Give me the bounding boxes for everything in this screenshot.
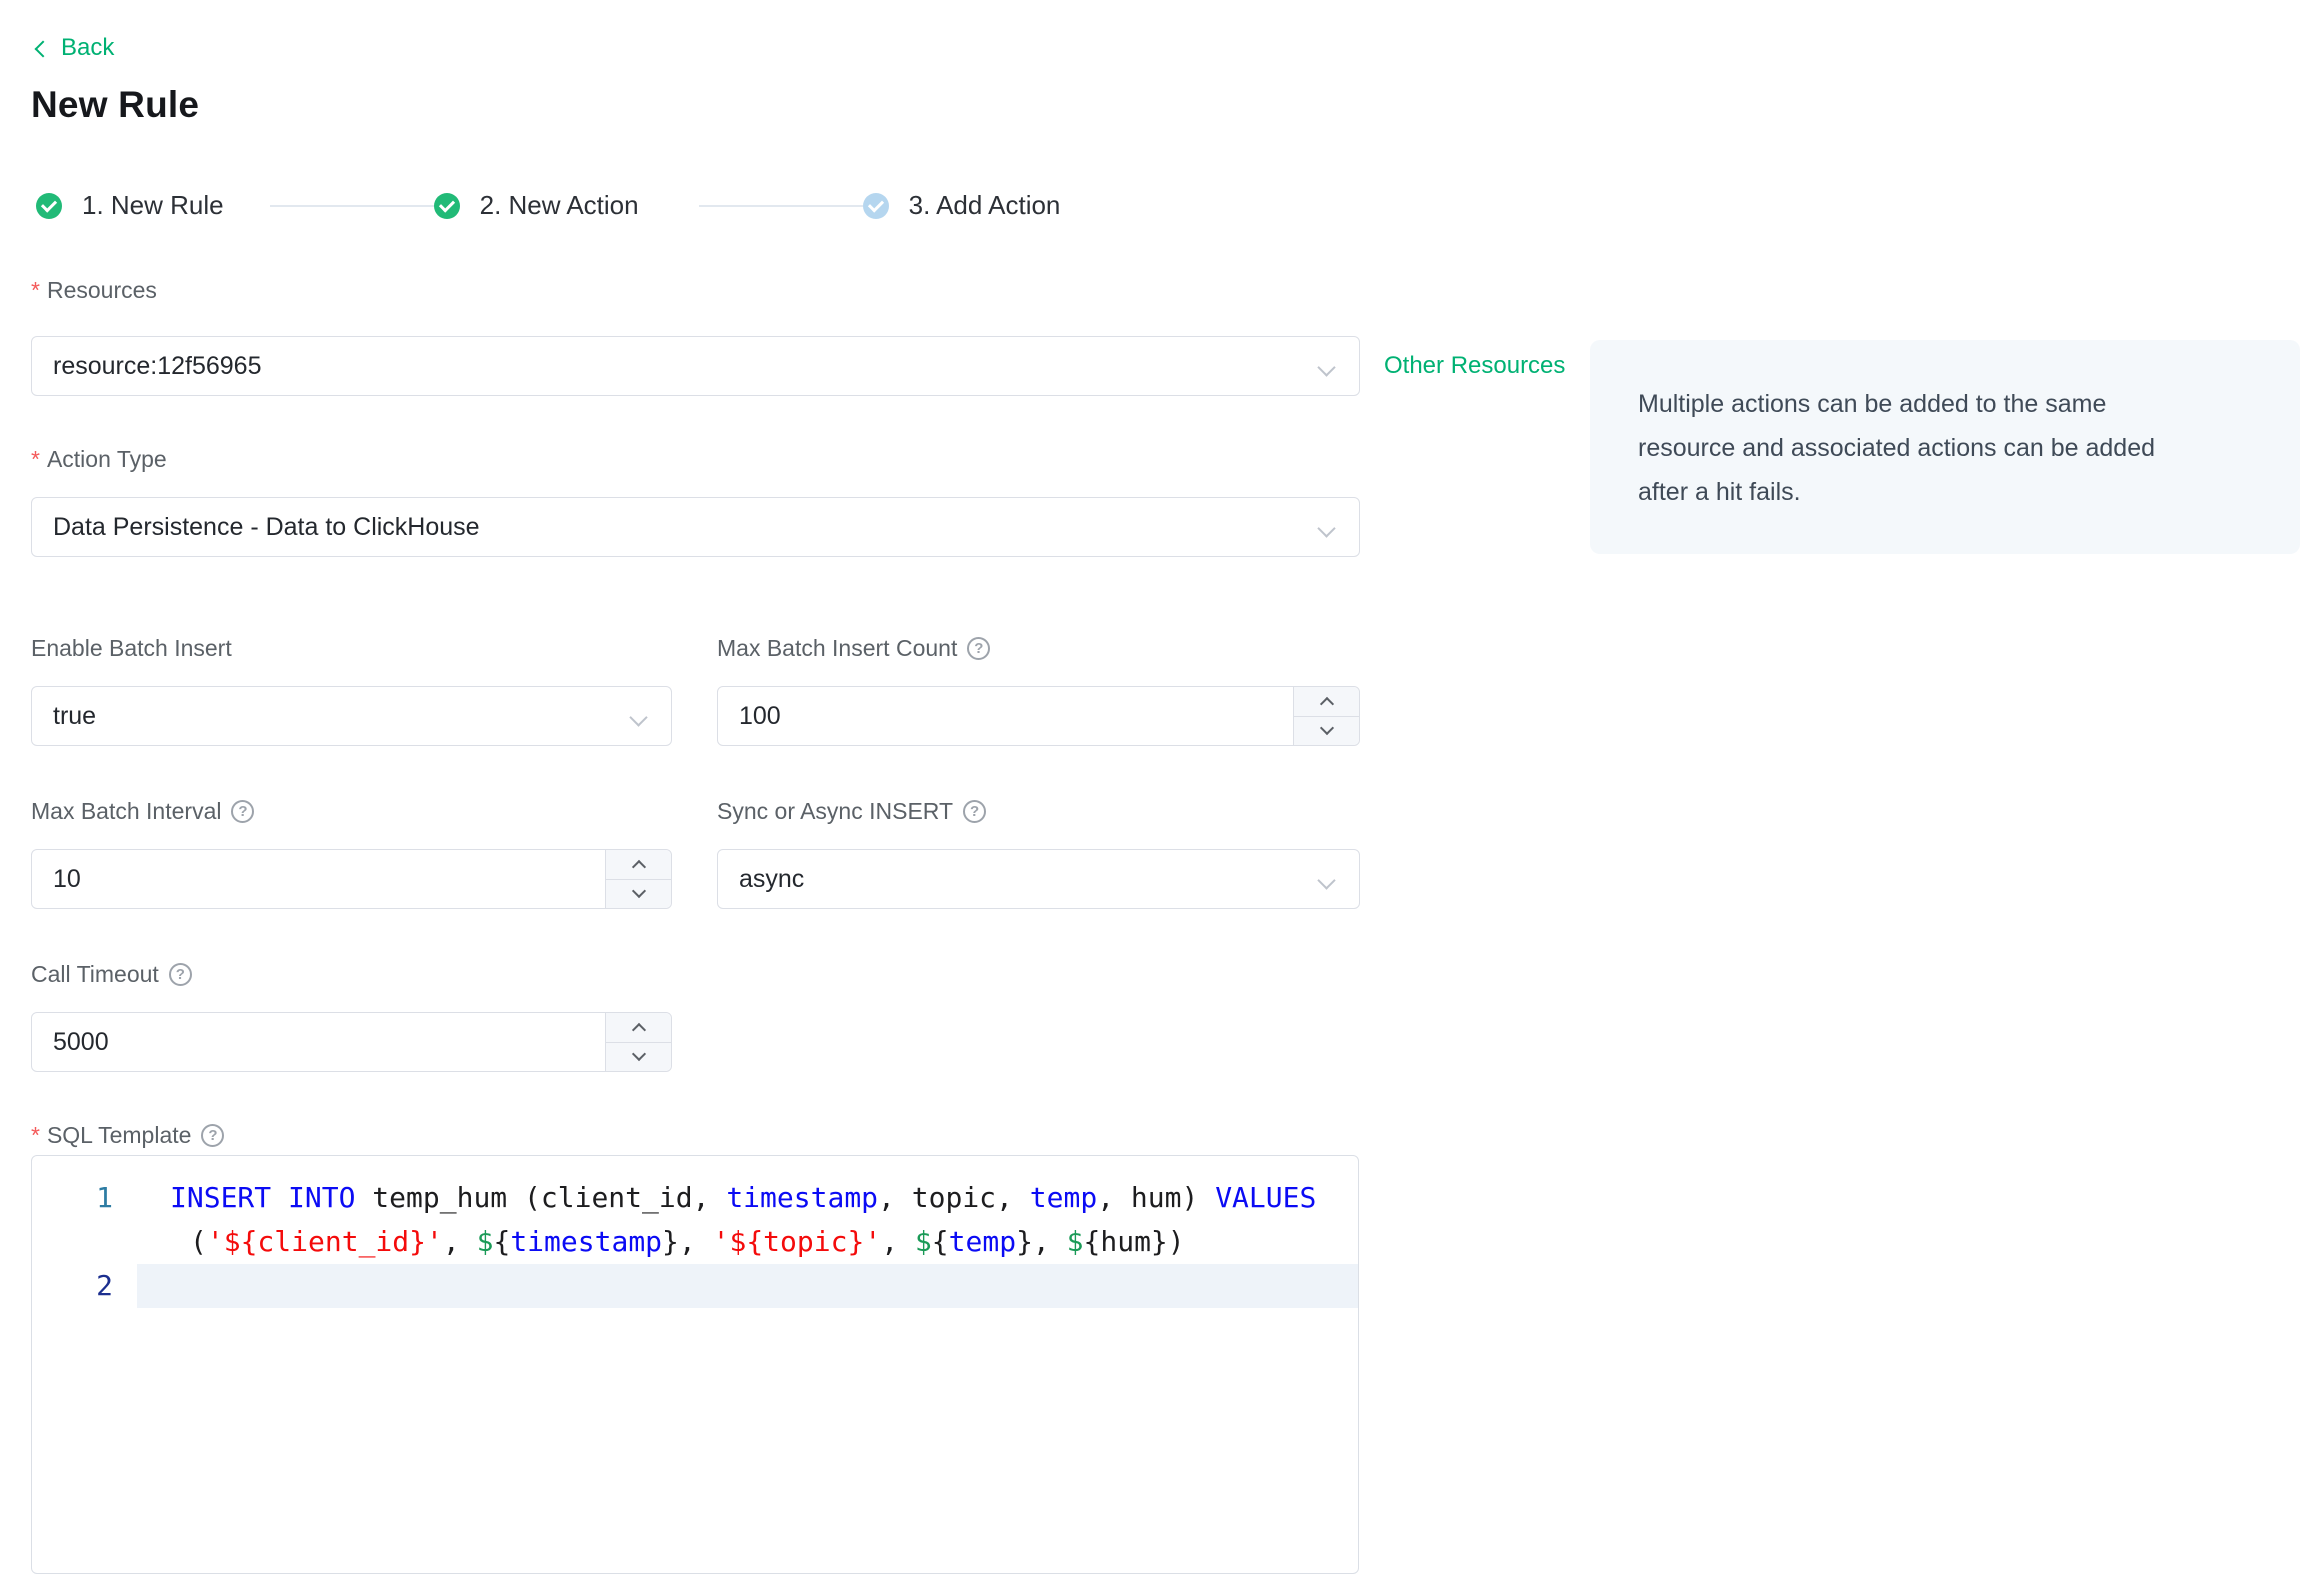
line-number: 2 <box>96 1269 113 1302</box>
resources-select[interactable]: resource:12f56965 <box>31 336 1360 396</box>
step-add-action[interactable]: 3. Add Action <box>862 190 1061 221</box>
arrow-up-icon <box>1319 696 1334 711</box>
step-label: 3. Add Action <box>908 190 1061 220</box>
help-icon[interactable]: ? <box>967 637 991 660</box>
arrow-up-icon <box>631 859 646 874</box>
other-resources-link[interactable]: Other Resources <box>1384 352 1565 380</box>
step-new-rule[interactable]: 1. New Rule <box>36 190 224 221</box>
number-spinner <box>1293 687 1359 745</box>
code-line: INSERT INTO temp_hum (client_id, timesta… <box>170 1181 1317 1214</box>
new-rule-page: Back New Rule 1. New Rule 2. New Action … <box>0 0 2310 1586</box>
number-spinner <box>605 850 671 908</box>
help-icon[interactable]: ? <box>963 800 987 823</box>
increment-button[interactable] <box>606 850 671 880</box>
help-icon[interactable]: ? <box>231 800 255 823</box>
arrow-down-icon <box>631 1047 646 1062</box>
number-spinner <box>605 1013 671 1071</box>
max-batch-interval-label: Max Batch Interval ? <box>31 798 672 825</box>
sync-async-insert-select[interactable]: async <box>717 849 1360 909</box>
arrow-up-icon <box>631 1022 646 1037</box>
increment-button[interactable] <box>606 1013 671 1043</box>
page-title: New Rule <box>31 84 200 125</box>
max-batch-interval-input[interactable]: 10 <box>31 849 672 909</box>
code-line: ('${client_id}', ${timestamp}, '${topic}… <box>190 1225 1185 1258</box>
enable-batch-insert-select[interactable]: true <box>31 686 672 746</box>
resources-label: * Resources <box>31 277 157 303</box>
chevron-down-icon <box>1317 519 1336 538</box>
decrement-button[interactable] <box>606 879 671 908</box>
max-batch-interval-value: 10 <box>53 864 81 893</box>
line-number: 1 <box>96 1181 113 1214</box>
info-text: Multiple actions can be added to the sam… <box>1638 390 2156 506</box>
sql-editor-content: 1 INSERT INTO temp_hum (client_id, timest… <box>32 1176 1358 1308</box>
call-timeout-input[interactable]: 5000 <box>31 1012 672 1072</box>
info-callout: Multiple actions can be added to the sam… <box>1590 340 2300 554</box>
enable-batch-insert-value: true <box>53 701 97 730</box>
line-number <box>32 1220 137 1264</box>
help-icon[interactable]: ? <box>168 963 192 986</box>
required-asterisk: * <box>31 277 40 303</box>
step-check-icon <box>433 192 460 219</box>
wizard-steps: 1. New Rule 2. New Action 3. Add Action <box>31 190 2310 221</box>
action-type-select[interactable]: Data Persistence - Data to ClickHouse <box>31 497 1360 557</box>
step-new-action[interactable]: 2. New Action <box>433 190 639 221</box>
max-batch-insert-count-label: Max Batch Insert Count ? <box>717 635 1360 662</box>
back-link[interactable]: Back <box>34 34 115 62</box>
step-connector <box>698 204 863 207</box>
decrement-button[interactable] <box>606 1042 671 1071</box>
step-label: 1. New Rule <box>82 190 224 220</box>
step-label: 2. New Action <box>479 190 639 220</box>
sync-async-insert-label: Sync or Async INSERT ? <box>717 798 1360 825</box>
arrow-down-icon <box>631 884 646 899</box>
chevron-down-icon <box>629 708 648 727</box>
sql-template-label: * SQL Template ? <box>31 1122 2310 1149</box>
call-timeout-value: 5000 <box>53 1027 109 1056</box>
max-batch-insert-count-value: 100 <box>739 701 781 730</box>
call-timeout-label: Call Timeout ? <box>31 961 2310 988</box>
step-check-icon <box>36 192 62 219</box>
chevron-left-icon <box>34 40 52 57</box>
code-line <box>137 1264 1358 1308</box>
max-batch-insert-count-input[interactable]: 100 <box>717 686 1360 746</box>
required-asterisk: * <box>31 1122 40 1148</box>
step-connector <box>269 204 434 207</box>
enable-batch-insert-label: Enable Batch Insert <box>31 635 232 661</box>
resources-value: resource:12f56965 <box>53 351 262 380</box>
increment-button[interactable] <box>1294 687 1359 717</box>
action-type-value: Data Persistence - Data to ClickHouse <box>53 512 480 541</box>
step-check-icon <box>862 192 889 219</box>
required-asterisk: * <box>31 446 40 472</box>
chevron-down-icon <box>1317 358 1336 377</box>
sync-async-insert-value: async <box>739 864 805 893</box>
help-icon[interactable]: ? <box>201 1124 225 1147</box>
arrow-down-icon <box>1319 721 1334 736</box>
decrement-button[interactable] <box>1294 716 1359 745</box>
back-label: Back <box>61 34 115 61</box>
sql-editor[interactable]: 1 INSERT INTO temp_hum (client_id, timest… <box>31 1155 1359 1574</box>
chevron-down-icon <box>1317 871 1336 890</box>
